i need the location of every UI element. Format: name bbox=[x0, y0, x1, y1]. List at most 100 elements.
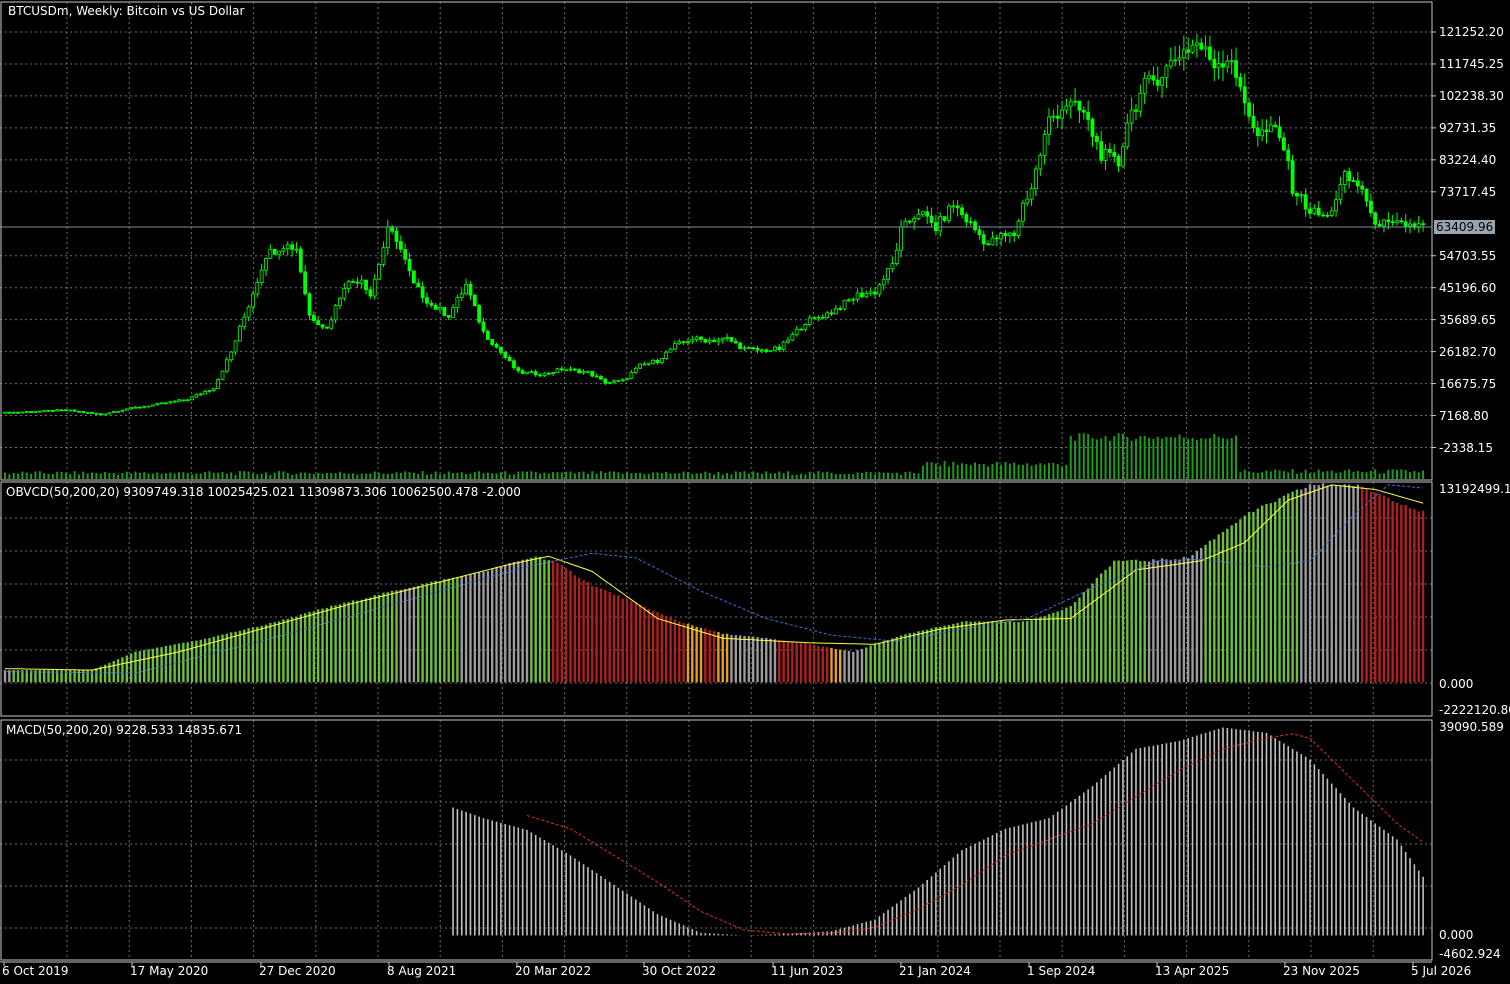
candle-body bbox=[64, 409, 68, 412]
candle-body bbox=[1138, 92, 1143, 112]
candle-body bbox=[829, 312, 834, 315]
candle-body bbox=[1094, 136, 1099, 142]
symbol-title: BTCUSDm, Weekly: Bitcoin vs US Dollar bbox=[8, 4, 245, 18]
candle-body bbox=[1099, 141, 1104, 161]
candle-body bbox=[377, 263, 382, 280]
candle-body bbox=[851, 298, 856, 301]
candle-body bbox=[990, 237, 995, 246]
candle-body bbox=[1308, 208, 1312, 214]
candle-body bbox=[142, 405, 147, 408]
candle-body bbox=[1151, 75, 1156, 81]
candle-body bbox=[177, 399, 181, 402]
candle-body bbox=[986, 243, 990, 246]
candle-body bbox=[1351, 180, 1356, 183]
macd-axis-label: -4602.924 bbox=[1439, 947, 1501, 961]
obvcd-axis-label: 0.000 bbox=[1439, 677, 1474, 691]
candle-body bbox=[951, 205, 956, 208]
price-axis-label: 7168.80 bbox=[1439, 408, 1489, 423]
candle-body bbox=[999, 233, 1004, 240]
candle-body bbox=[812, 316, 816, 319]
candle-body bbox=[1116, 156, 1121, 167]
candle-body bbox=[968, 221, 973, 224]
candle-body bbox=[194, 394, 199, 398]
candle-body bbox=[638, 363, 642, 369]
candle-body bbox=[1369, 200, 1373, 214]
candle-body bbox=[899, 226, 903, 251]
candle-body bbox=[246, 306, 251, 318]
current-price-tag: 63409.96 bbox=[1434, 220, 1496, 234]
candle-body bbox=[555, 368, 560, 373]
candle-body bbox=[485, 330, 490, 340]
candle-body bbox=[381, 247, 386, 265]
candle-body bbox=[1273, 124, 1278, 128]
candle-body bbox=[646, 362, 651, 365]
candle-body bbox=[512, 360, 516, 369]
candle-body bbox=[1047, 116, 1051, 135]
candle-body bbox=[1173, 59, 1178, 62]
candle-body bbox=[338, 297, 342, 306]
candle-body bbox=[507, 357, 512, 362]
candle-body bbox=[1003, 233, 1008, 237]
candle-body bbox=[533, 371, 538, 376]
candle-body bbox=[994, 237, 999, 240]
candle-body bbox=[1177, 57, 1182, 61]
candle-body bbox=[907, 220, 912, 223]
candle-body bbox=[146, 405, 151, 408]
price-axis-label: 35689.65 bbox=[1439, 312, 1497, 327]
candle-body bbox=[181, 399, 186, 402]
candle-body bbox=[346, 281, 351, 289]
candle-body bbox=[1203, 46, 1208, 50]
candle-body bbox=[903, 220, 908, 228]
x-axis-label: 5 Jul 2026 bbox=[1411, 964, 1472, 978]
candle-body bbox=[955, 205, 960, 209]
candle-body bbox=[37, 410, 42, 413]
x-axis-label: 6 Oct 2019 bbox=[2, 964, 69, 978]
candle-body bbox=[1073, 100, 1077, 103]
candle-body bbox=[329, 319, 334, 329]
candle-body bbox=[651, 359, 656, 364]
candle-body bbox=[1329, 210, 1334, 216]
candle-body bbox=[85, 412, 90, 414]
candle-body bbox=[42, 409, 47, 412]
candle-body bbox=[716, 339, 721, 343]
candle-body bbox=[111, 411, 116, 414]
candle-body bbox=[890, 263, 895, 269]
candle-body bbox=[368, 289, 373, 297]
candle-body bbox=[11, 411, 16, 414]
candle-body bbox=[272, 248, 277, 255]
candle-body bbox=[860, 292, 864, 298]
candle-body bbox=[516, 367, 521, 372]
candle-body bbox=[799, 328, 803, 331]
candle-body bbox=[172, 400, 177, 403]
candle-body bbox=[68, 409, 73, 412]
price-axis-label: 73717.45 bbox=[1439, 184, 1497, 199]
candle-body bbox=[603, 378, 608, 384]
candle-body bbox=[303, 271, 308, 295]
candle-body bbox=[342, 288, 347, 299]
candle-body bbox=[1090, 119, 1095, 137]
candle-body bbox=[881, 278, 886, 286]
candle-body bbox=[1199, 42, 1204, 50]
candle-body bbox=[1390, 221, 1395, 224]
candle-body bbox=[20, 411, 25, 414]
candle-body bbox=[355, 281, 360, 284]
price-axis-label: 92731.35 bbox=[1439, 120, 1497, 135]
obvcd-axis-label: 13192499.16 bbox=[1439, 482, 1510, 496]
candle-body bbox=[1081, 109, 1086, 113]
candle-body bbox=[1286, 149, 1291, 162]
candle-body bbox=[920, 211, 925, 215]
candle-body bbox=[655, 359, 660, 363]
candle-body bbox=[538, 374, 542, 377]
candle-body bbox=[107, 412, 112, 415]
price-axis-label: 26182.70 bbox=[1439, 344, 1497, 359]
candle-body bbox=[1012, 232, 1017, 237]
candle-body bbox=[351, 281, 355, 283]
candle-body bbox=[1042, 134, 1047, 156]
candle-body bbox=[938, 216, 943, 232]
candle-body bbox=[1060, 109, 1064, 119]
candle-body bbox=[411, 270, 416, 284]
price-axis-label: -2338.15 bbox=[1439, 440, 1493, 455]
candle-body bbox=[242, 316, 247, 328]
candle-body bbox=[1108, 149, 1112, 153]
candle-body bbox=[1086, 111, 1091, 120]
